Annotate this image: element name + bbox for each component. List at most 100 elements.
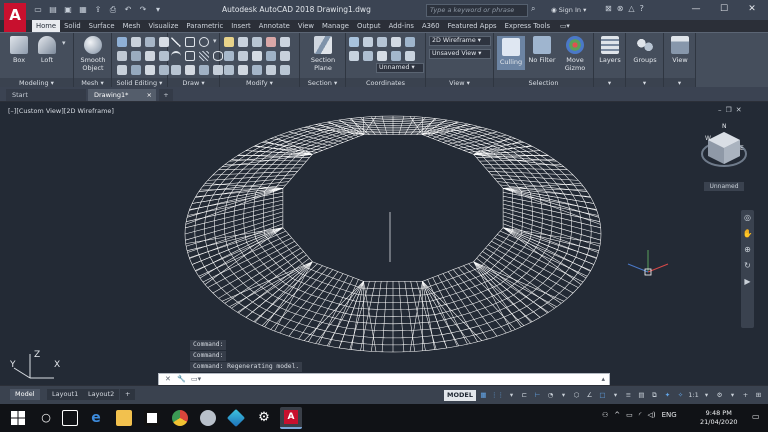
- workspace-switching-icon[interactable]: ⚙: [714, 390, 725, 401]
- search-input[interactable]: Type a keyword or phrase: [426, 4, 528, 17]
- notifications-icon[interactable]: ▭: [752, 412, 760, 421]
- close-icon[interactable]: ✕: [738, 0, 766, 18]
- move-gizmo-button[interactable]: Move Gizmo: [560, 36, 590, 72]
- scale-dropdown-icon[interactable]: ▾: [701, 390, 712, 401]
- tab-insert[interactable]: Insert: [227, 20, 255, 32]
- workspace-dropdown-icon[interactable]: ▾: [727, 390, 738, 401]
- ucs-z-axis-icon[interactable]: [391, 51, 401, 61]
- point-icon[interactable]: [185, 65, 195, 75]
- separate-icon[interactable]: [145, 65, 155, 75]
- steering-wheel-icon[interactable]: ◎: [741, 210, 754, 226]
- osnap-dropdown-icon[interactable]: ▾: [610, 390, 621, 401]
- tab-parametric[interactable]: Parametric: [182, 20, 227, 32]
- command-scroll-icon[interactable]: ▴: [601, 375, 605, 383]
- settings-icon[interactable]: ⚙: [256, 410, 272, 426]
- tab-add-ins[interactable]: Add-ins: [385, 20, 418, 32]
- pan-icon[interactable]: ✋: [741, 226, 754, 242]
- smooth-object-button[interactable]: Smooth Object: [75, 36, 111, 72]
- store-icon[interactable]: [144, 410, 160, 426]
- taskbar-clock[interactable]: 9:48 PM 21/04/2020: [700, 409, 737, 427]
- slice-icon[interactable]: [117, 51, 127, 61]
- intersect-icon[interactable]: [145, 37, 155, 47]
- workspace-dropdown-icon[interactable]: ▾: [152, 4, 164, 15]
- units-icon[interactable]: ⊞: [753, 390, 764, 401]
- ucs-face-icon[interactable]: [377, 51, 387, 61]
- viewport-restore-icon[interactable]: ❐: [726, 106, 732, 114]
- explode-icon[interactable]: [252, 51, 262, 61]
- tab-solid[interactable]: Solid: [60, 20, 85, 32]
- chrome-icon[interactable]: [172, 410, 188, 426]
- no-filter-button[interactable]: No Filter: [527, 36, 557, 64]
- tab-output[interactable]: Output: [353, 20, 385, 32]
- tab-view[interactable]: View: [294, 20, 318, 32]
- culling-button[interactable]: Culling: [497, 36, 525, 70]
- osnap-icon[interactable]: □: [597, 390, 608, 401]
- layout-tab-layout1[interactable]: Layout1: [47, 389, 84, 400]
- polar-dropdown-icon[interactable]: ▾: [558, 390, 569, 401]
- sign-in-link[interactable]: ◉ Sign In ▾: [551, 6, 586, 14]
- ortho-icon[interactable]: ⊢: [532, 390, 543, 401]
- command-close-icon[interactable]: ✕: [165, 375, 171, 383]
- extract-edges-icon[interactable]: [145, 51, 155, 61]
- file-tab-start[interactable]: Start: [6, 89, 86, 101]
- search-taskbar-icon[interactable]: ○: [38, 410, 54, 426]
- ucs-x-icon[interactable]: [405, 37, 415, 47]
- box-button[interactable]: Box: [6, 36, 32, 64]
- tab-express-tools[interactable]: Express Tools: [501, 20, 554, 32]
- section-plane-button[interactable]: Section Plane: [304, 36, 342, 72]
- stretch-icon[interactable]: [266, 51, 276, 61]
- annotation-visibility-icon[interactable]: ✦: [662, 390, 673, 401]
- selection-cycling-icon[interactable]: ⧉: [649, 390, 660, 401]
- application-menu-button[interactable]: A: [4, 3, 26, 33]
- viewport-close-icon[interactable]: ✕: [736, 106, 742, 114]
- tab-featured-apps[interactable]: Featured Apps: [444, 20, 501, 32]
- mirror-icon[interactable]: [224, 51, 234, 61]
- arc-icon[interactable]: [171, 51, 181, 61]
- sketchup-icon[interactable]: [226, 408, 246, 428]
- scale-icon[interactable]: [280, 51, 290, 61]
- minimize-icon[interactable]: —: [682, 0, 710, 18]
- showmotion-icon[interactable]: ▶: [741, 274, 754, 290]
- layout-tab-layout2[interactable]: Layout2: [83, 389, 120, 400]
- ucs-object-icon[interactable]: [363, 51, 373, 61]
- tab-home[interactable]: Home: [32, 20, 61, 32]
- wcs-menu[interactable]: Unnamed: [704, 182, 744, 191]
- fillet-icon[interactable]: [238, 51, 248, 61]
- ucs-world-icon[interactable]: [363, 37, 373, 47]
- spline-icon[interactable]: [171, 65, 181, 75]
- groups-button[interactable]: Groups: [628, 36, 662, 64]
- windows-start-icon[interactable]: [10, 410, 26, 426]
- grid-icon[interactable]: ▦: [478, 390, 489, 401]
- tab-surface[interactable]: Surface: [85, 20, 119, 32]
- help-icon[interactable]: ?: [640, 4, 644, 13]
- join-icon[interactable]: [266, 65, 276, 75]
- task-view-icon[interactable]: [62, 410, 78, 426]
- snap-icon[interactable]: ⋮⋮: [491, 390, 504, 401]
- ucs-dropdown[interactable]: Unnamed ▾: [376, 63, 424, 73]
- orbit-icon[interactable]: ↻: [741, 258, 754, 274]
- infer-constraints-icon[interactable]: ⊏: [519, 390, 530, 401]
- move-icon[interactable]: [224, 37, 234, 47]
- snap-mode-dropdown-icon[interactable]: ▾: [506, 390, 517, 401]
- zoom-icon[interactable]: ⊕: [741, 242, 754, 258]
- new-tab-icon[interactable]: +: [159, 89, 173, 101]
- fillet-edge-icon[interactable]: [117, 65, 127, 75]
- rectangle-icon[interactable]: [185, 51, 195, 61]
- share-icon[interactable]: ⇪: [92, 4, 104, 15]
- polyline-icon[interactable]: [185, 37, 195, 47]
- layers-button[interactable]: Layers: [596, 36, 624, 64]
- object-snap-tracking-icon[interactable]: ∠: [584, 390, 595, 401]
- viewport-minimize-icon[interactable]: –: [718, 106, 722, 114]
- language-indicator[interactable]: ENG: [662, 411, 677, 419]
- redo-icon[interactable]: ↷: [137, 4, 149, 15]
- annotation-scale-button[interactable]: 1:1: [688, 390, 699, 401]
- file-explorer-icon[interactable]: [116, 410, 132, 426]
- tab-manage[interactable]: Manage: [318, 20, 353, 32]
- media-app-icon[interactable]: [200, 410, 216, 426]
- autocad-taskbar-button[interactable]: A: [280, 407, 302, 429]
- volume-icon[interactable]: ◁): [648, 411, 656, 419]
- command-customize-icon[interactable]: 🔧: [177, 375, 186, 383]
- ucs-previous-icon[interactable]: [405, 51, 415, 61]
- tab-annotate[interactable]: Annotate: [255, 20, 294, 32]
- array-icon[interactable]: [224, 65, 234, 75]
